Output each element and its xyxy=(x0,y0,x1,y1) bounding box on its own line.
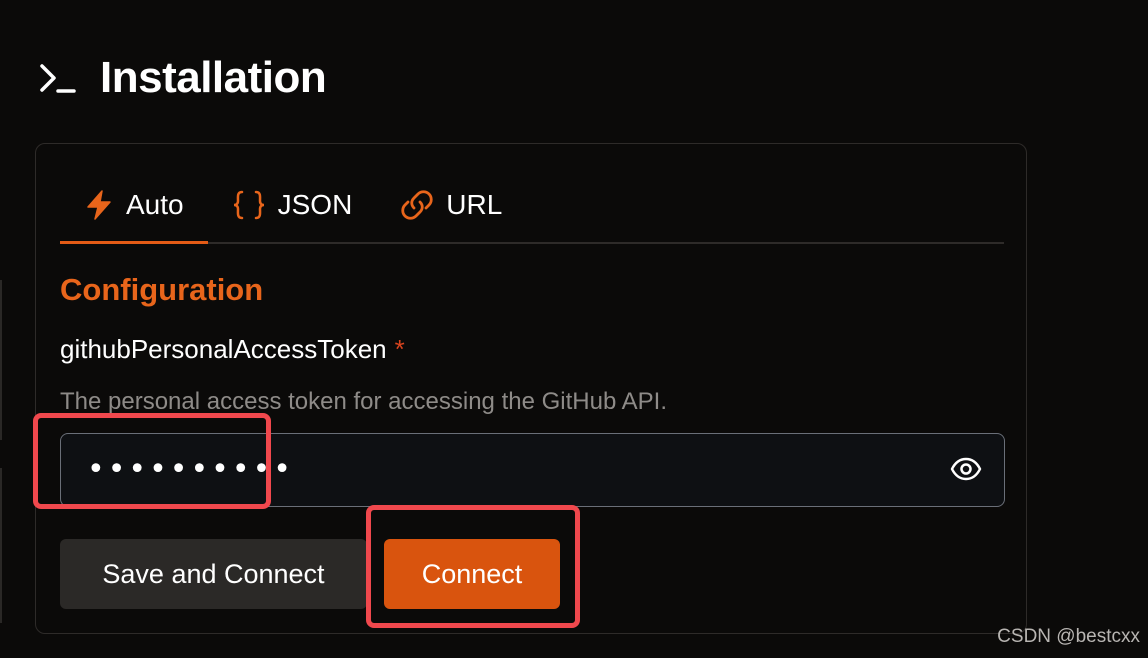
token-input[interactable] xyxy=(61,434,931,505)
page: Installation Auto JSON URL Configuration… xyxy=(0,0,1148,658)
field-label: githubPersonalAccessToken * xyxy=(60,334,405,365)
lightning-icon xyxy=(84,189,114,221)
tab-json[interactable]: JSON xyxy=(208,174,377,236)
required-marker: * xyxy=(394,334,405,364)
link-icon xyxy=(400,189,434,221)
tab-auto[interactable]: Auto xyxy=(60,174,208,244)
tab-label: URL xyxy=(446,189,503,220)
edge-divider xyxy=(0,280,2,440)
tab-url[interactable]: URL xyxy=(376,174,526,236)
save-and-connect-button[interactable]: Save and Connect xyxy=(60,539,367,609)
token-input-wrapper xyxy=(60,433,1005,507)
configuration-heading: Configuration xyxy=(60,272,264,307)
eye-icon[interactable] xyxy=(950,456,982,487)
field-label-text: githubPersonalAccessToken xyxy=(60,334,387,364)
installation-card: Auto JSON URL Configuration githubPerson… xyxy=(35,143,1027,634)
page-header: Installation xyxy=(38,52,327,104)
braces-icon xyxy=(232,189,266,221)
tab-label: JSON xyxy=(277,189,353,220)
tab-bar: Auto JSON URL xyxy=(60,174,1004,244)
connect-button[interactable]: Connect xyxy=(384,539,560,609)
field-description: The personal access token for accessing … xyxy=(60,388,667,415)
terminal-prompt-icon xyxy=(38,58,78,98)
page-title: Installation xyxy=(100,53,327,102)
watermark: CSDN @bestcxx xyxy=(997,626,1140,647)
edge-divider xyxy=(0,468,2,623)
tab-label: Auto xyxy=(126,189,184,220)
